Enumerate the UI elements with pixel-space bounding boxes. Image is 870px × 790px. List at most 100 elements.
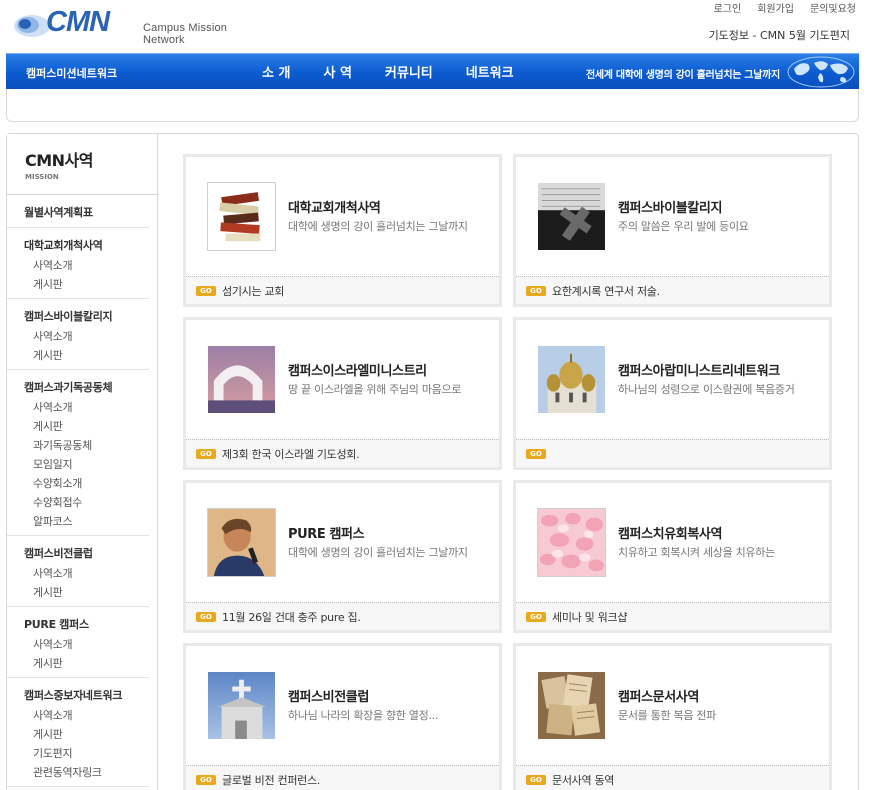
go-button[interactable]: GO [196,286,216,296]
top-links: 로그인 회원가입 문의및요청 [714,0,856,15]
card-footer: GO 세미나 및 워크샵 [516,602,829,630]
card-footer-link[interactable]: 제3회 한국 이스라엘 기도성회. [222,446,360,462]
speaker-icon[interactable] [207,508,276,577]
sidebar-item[interactable]: 사역소개 [33,639,149,651]
card-footer: GO 문서사역 동역 [516,765,829,790]
bible-cross-icon[interactable] [537,182,606,251]
sidebar-item[interactable]: 사역소개 [33,402,149,414]
card-title[interactable]: 캠퍼스이스라엘미니스트리 [288,360,427,379]
sidebar-item[interactable]: 기도편지 [33,748,149,760]
go-button[interactable]: GO [526,775,546,785]
arch-icon[interactable] [207,345,276,414]
sidebar-item[interactable]: 게시판 [33,587,149,599]
card-footer-link[interactable]: 문서사역 동역 [552,772,614,788]
nav-item-ministry[interactable]: 사 역 [323,62,351,81]
church-cross-icon[interactable] [207,671,276,740]
sidebar-header: CMN사역 MISSION [7,134,157,195]
card-title[interactable]: 캠퍼스치유회복사역 [618,523,722,542]
sidebar-item[interactable]: 사역소개 [33,568,149,580]
sidebar-item[interactable]: 수양회접수 [33,497,149,509]
sidebar-group-title[interactable]: 캠퍼스비전클럽 [24,545,149,561]
sidebar-group-title[interactable]: 대학교회개척사역 [24,237,149,253]
card-description: 치유하고 회복시켜 세상을 치유하는 [618,546,775,559]
card-footer: GO 글로벌 비전 컨퍼런스. [186,765,499,790]
ministry-card: 캠퍼스이스라엘미니스트리 땅 끝 이스라엘을 위해 주님의 마음으로 GO 제3… [183,317,502,470]
petals-icon[interactable] [537,508,606,577]
sidebar-item[interactable]: 과기독공동체 [33,440,149,452]
nav-slogan: 전세계 대학에 생명의 강이 흘러넘치는 그날까지 [586,70,780,81]
go-button[interactable]: GO [526,286,546,296]
login-link[interactable]: 로그인 [714,0,742,15]
card-footer: GO 섬기시는 교회 [186,276,499,304]
ministry-card: 캠퍼스바이블칼리지 주의 말씀은 우리 발에 등이요 GO 요한계시록 연구서 … [513,154,832,307]
go-button[interactable]: GO [526,612,546,622]
sidebar-item[interactable]: 모임일지 [33,459,149,471]
card-footer-link[interactable]: 섬기시는 교회 [222,283,284,299]
ministry-card: 대학교회개척사역 대학에 생명의 강이 흘러넘치는 그날까지 GO 섬기시는 교… [183,154,502,307]
inquiry-link[interactable]: 문의및요청 [810,0,856,15]
sidebar-item[interactable]: 게시판 [33,421,149,433]
sidebar-item[interactable]: 관련동역자링크 [33,767,149,779]
sidebar-group-title[interactable]: 캠퍼스중보자네트워크 [24,687,149,703]
sidebar-item[interactable]: 사역소개 [33,331,149,343]
card-footer-link[interactable]: 글로벌 비전 컨퍼런스. [222,772,320,788]
sidebar-group-pure-campus: PURE 캠퍼스 사역소개 게시판 [7,607,149,678]
card-title[interactable]: 캠퍼스아랍미니스트리네트워크 [618,360,780,379]
sidebar-item[interactable]: 사역소개 [33,710,149,722]
sidebar-item[interactable]: 게시판 [33,350,149,362]
sidebar-item[interactable]: 게시판 [33,658,149,670]
card-title[interactable]: 캠퍼스비전클럽 [288,686,369,705]
nav-item-network[interactable]: 네트워크 [466,62,514,81]
ministry-card: 캠퍼스비전클럽 하나님 나라의 확장을 향한 열정... GO 글로벌 비전 컨… [183,643,502,790]
sidebar-item[interactable]: 게시판 [33,729,149,741]
logo[interactable]: CMN Campus Mission Network [12,6,272,46]
sidebar-item[interactable]: 수양회소개 [33,478,149,490]
sidebar-group-title[interactable]: 캠퍼스바이블칼리지 [24,308,149,324]
sub-navbar [6,89,859,122]
card-description: 하나님의 성령으로 이스람권에 복음증거 [618,383,795,396]
sidebar-group-department-community: 캠퍼스과기독공동체 사역소개 게시판 과기독공동체 모임일지 수양회소개 수양회… [7,370,149,536]
sidebar-item[interactable]: 게시판 [33,279,149,291]
card-title[interactable]: 캠퍼스바이블칼리지 [618,197,722,216]
sidebar-item[interactable]: 알파코스 [33,516,149,528]
sidebar-group-title[interactable]: PURE 캠퍼스 [24,616,149,632]
papers-icon[interactable] [537,671,606,740]
domes-icon[interactable] [537,345,606,414]
world-map-icon [787,56,855,88]
card-title[interactable]: 캠퍼스문서사역 [618,686,699,705]
prayer-info-link[interactable]: 기도정보 - CMN 5월 기도편지 [709,27,850,43]
card-title[interactable]: PURE 캠퍼스 [288,523,365,542]
sidebar-subtitle: MISSION [25,173,59,181]
go-button[interactable]: GO [196,612,216,622]
nav-brand[interactable]: 캠퍼스미션네트워크 [26,65,117,81]
sidebar-group-title[interactable]: 캠퍼스과기독공동체 [24,379,149,395]
sidebar: CMN사역 MISSION 월별사역계획표 대학교회개척사역 사역소개 게시판 … [7,134,158,790]
card-footer: GO 제3회 한국 이스라엘 기도성회. [186,439,499,467]
sidebar-group-intercessor-network: 캠퍼스중보자네트워크 사역소개 게시판 기도편지 관련동역자링크 [7,678,149,787]
signup-link[interactable]: 회원가입 [757,0,794,15]
go-button[interactable]: GO [526,449,546,459]
ministry-card: 캠퍼스문서사역 문서를 통한 복음 전파 GO 문서사역 동역 [513,643,832,790]
nav-item-community[interactable]: 커뮤니티 [385,62,433,81]
books-icon[interactable] [207,182,276,251]
card-footer: GO 요한계시록 연구서 저술. [516,276,829,304]
sidebar-title: CMN사역 [25,151,94,170]
card-title[interactable]: 대학교회개척사역 [288,197,381,216]
go-button[interactable]: GO [196,775,216,785]
logo-subtitle: Campus Mission Network [143,22,228,46]
card-footer-link[interactable]: 세미나 및 워크샵 [552,609,627,625]
card-footer-link[interactable]: 요한계시록 연구서 저술. [552,283,660,299]
sidebar-group-title[interactable]: 월별사역계획표 [24,204,149,220]
sidebar-item[interactable]: 사역소개 [33,260,149,272]
card-description: 대학에 생명의 강이 흘러넘치는 그날까지 [288,546,468,559]
card-description: 대학에 생명의 강이 흘러넘치는 그날까지 [288,220,468,233]
card-footer-link[interactable]: 11월 26일 건대 충주 pure 집. [222,609,361,625]
nav-menu: 소 개 사 역 커뮤니티 네트워크 [262,62,547,81]
nav-item-about[interactable]: 소 개 [262,62,290,81]
card-footer: GO 11월 26일 건대 충주 pure 집. [186,602,499,630]
sidebar-group-bible-college: 캠퍼스바이블칼리지 사역소개 게시판 [7,299,149,370]
card-footer: GO [516,439,829,467]
ministry-card: 캠퍼스아랍미니스트리네트워크 하나님의 성령으로 이스람권에 복음증거 GO [513,317,832,470]
main-navbar: 캠퍼스미션네트워크 소 개 사 역 커뮤니티 네트워크 전세계 대학에 생명의 … [6,53,859,89]
go-button[interactable]: GO [196,449,216,459]
